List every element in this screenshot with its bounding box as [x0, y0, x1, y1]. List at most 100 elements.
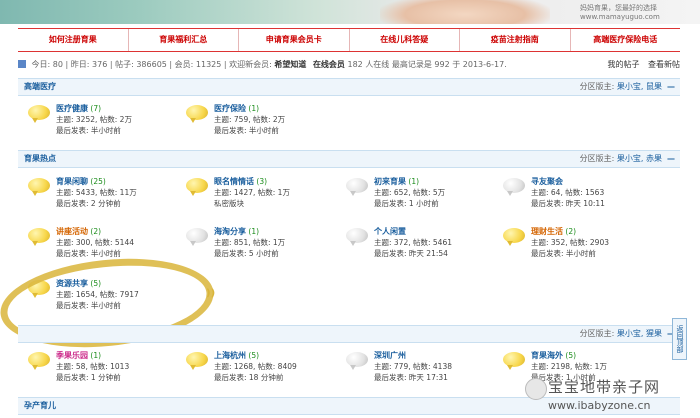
forum-new-icon: [186, 352, 208, 370]
top-nav: 如何注册育果 育果福利汇总 申请育果会员卡 在线儿科答疑 疫苗注射指南 高端医疗…: [18, 28, 680, 52]
stats-today-label: 今日:: [31, 60, 51, 69]
forum-counts: 主题: 759, 帖数: 2万: [214, 115, 286, 124]
back-to-top-tab[interactable]: 返回顶部: [672, 318, 687, 360]
section-header-regions: 分区版主: 果小宝, 猩果 —: [18, 325, 680, 343]
forum-today-count: (5): [565, 351, 577, 360]
my-posts-link[interactable]: 我的帖子: [607, 60, 639, 69]
forum-today-count: (2): [90, 227, 102, 236]
nav-pediatrics[interactable]: 在线儿科答疑: [350, 29, 460, 51]
forum-stats: 今日: 80 | 昨日: 376 | 帖子: 386605 | 会员: 1132…: [18, 58, 680, 72]
forum-last-post: 私密版块: [214, 199, 244, 208]
forum-last-post: 最后发表: 1 小时前: [374, 199, 439, 208]
forum-name[interactable]: 寻友聚会: [531, 177, 563, 186]
stats-icon: [18, 60, 26, 68]
nav-member-card[interactable]: 申请育果会员卡: [239, 29, 350, 51]
forum-counts: 主题: 352, 帖数: 2903: [531, 238, 609, 247]
new-member-link[interactable]: 希望知道: [274, 60, 306, 69]
new-posts-link[interactable]: 查看新帖: [648, 60, 680, 69]
forum-name[interactable]: 深圳广州: [374, 351, 406, 360]
forum-last-post: 最后发表: 1 分钟前: [56, 373, 121, 382]
nav-register[interactable]: 如何注册育果: [18, 29, 129, 51]
forum-name[interactable]: 育果海外: [531, 351, 563, 360]
collapse-icon[interactable]: —: [667, 79, 675, 95]
forum-last-post: 最后发表: 18 分钟前: [214, 373, 284, 382]
forum-last-post: 最后发表: 昨天 17:31: [374, 373, 448, 382]
stats-yesterday-label: 昨日:: [70, 60, 90, 69]
forum-name[interactable]: 育果闲聊: [56, 177, 88, 186]
forum-name[interactable]: 眼名情情话: [214, 177, 254, 186]
forum-today-count: (5): [248, 351, 260, 360]
forum-name[interactable]: 上海杭州: [214, 351, 246, 360]
section-moderators: 分区版主: 果小宝, 猩果: [580, 326, 662, 342]
record-date: 于 2013-6-17.: [452, 60, 507, 69]
forum-new-icon: [28, 352, 50, 370]
forum-counts: 主题: 5433, 帖数: 11万: [56, 188, 137, 197]
forum-today-count: (1): [248, 104, 260, 113]
forum-counts: 主题: 64, 帖数: 1563: [531, 188, 605, 197]
forum-name[interactable]: 医疗保险: [214, 104, 246, 113]
forum-today-count: (7): [90, 104, 102, 113]
nav-welfare[interactable]: 育果福利汇总: [129, 29, 239, 51]
forum-no-new-icon: [346, 352, 368, 370]
mods-names[interactable]: 果小宝, 赤果: [617, 154, 662, 163]
forum-counts: 主题: 652, 帖数: 5万: [374, 188, 446, 197]
forum-counts: 主题: 58, 帖数: 1013: [56, 362, 130, 371]
forum-name[interactable]: 初来育果: [374, 177, 406, 186]
forum-no-new-icon: [346, 228, 368, 246]
forum-last-post: 最后发表: 昨天 10:11: [531, 199, 605, 208]
top-banner: 妈妈育果，您最好的选择 www.mamayuguo.com: [0, 0, 700, 24]
section-title[interactable]: 孕产育儿: [24, 398, 56, 414]
forum-no-new-icon: [503, 178, 525, 196]
nav-vaccine[interactable]: 疫苗注射指南: [460, 29, 571, 51]
forum-no-new-icon: [346, 178, 368, 196]
mods-names[interactable]: 果小宝, 猩果: [617, 329, 662, 338]
forum-last-post: 最后发表: 5 小时前: [214, 249, 279, 258]
forum-new-icon: [28, 105, 50, 123]
forum-name[interactable]: 个人闲置: [374, 227, 406, 236]
forum-today-count: (1): [248, 227, 260, 236]
forum-last-post: 最后发表: 半小时前: [531, 249, 596, 258]
forum-name[interactable]: 海淘分享: [214, 227, 246, 236]
forum-new-icon: [28, 228, 50, 246]
stats-posts-label: 帖子:: [115, 60, 134, 69]
mods-label: 分区版主:: [579, 329, 615, 338]
forum-new-icon: [503, 352, 525, 370]
forum-last-post: 最后发表: 半小时前: [56, 126, 121, 135]
online-text: 人在线 最高记录是: [365, 60, 432, 69]
forum-counts: 主题: 1427, 帖数: 1万: [214, 188, 290, 197]
forum-counts: 主题: 851, 帖数: 1万: [214, 238, 286, 247]
mods-label: 分区版主:: [579, 82, 615, 91]
forum-last-post: 最后发表: 半小时前: [56, 249, 121, 258]
section-title[interactable]: 高端医疗: [24, 79, 56, 95]
watermark: 宝宝地带亲子网 www.ibabyzone.cn: [548, 376, 660, 412]
forum-new-icon: [503, 228, 525, 246]
watermark-url: www.ibabyzone.cn: [548, 399, 651, 412]
forum-name[interactable]: 理财生活: [531, 227, 563, 236]
banner-slogan: 妈妈育果，您最好的选择 www.mamayuguo.com: [580, 4, 660, 21]
nav-insurance[interactable]: 高端医疗保险电话: [571, 29, 681, 51]
forum-today-count: (1): [408, 177, 420, 186]
forum-new-icon: [186, 178, 208, 196]
mods-names[interactable]: 果小宝, 鼠果: [617, 82, 662, 91]
forum-name[interactable]: 讲座活动: [56, 227, 88, 236]
forum-counts: 主题: 779, 帖数: 4138: [374, 362, 452, 371]
section-moderators: 分区版主: 果小宝, 赤果: [580, 151, 662, 167]
forum-new-icon: [186, 105, 208, 123]
forum-name[interactable]: 医疗健康: [56, 104, 88, 113]
banner-image: [380, 0, 550, 24]
forum-counts: 主题: 1268, 帖数: 8409: [214, 362, 297, 371]
collapse-icon[interactable]: —: [667, 151, 675, 167]
forum-counts: 主题: 3252, 帖数: 2万: [56, 115, 132, 124]
forum-today-count: (2): [565, 227, 577, 236]
stats-welcome: 欢迎新会员:: [229, 60, 272, 69]
forum-name[interactable]: 季果乐园: [56, 351, 88, 360]
forum-counts: 主题: 2198, 帖数: 1万: [531, 362, 607, 371]
forum-today-count: (3): [256, 177, 268, 186]
forum-today-count: (25): [90, 177, 106, 186]
online-members-link[interactable]: 在线会员: [313, 60, 345, 69]
forum-no-new-icon: [186, 228, 208, 246]
section-title[interactable]: 育果热点: [24, 151, 56, 167]
stats-posts: 386605: [136, 60, 167, 69]
watermark-title: 宝宝地带亲子网: [548, 378, 661, 396]
section-moderators: 分区版主: 果小宝, 鼠果: [580, 79, 662, 95]
